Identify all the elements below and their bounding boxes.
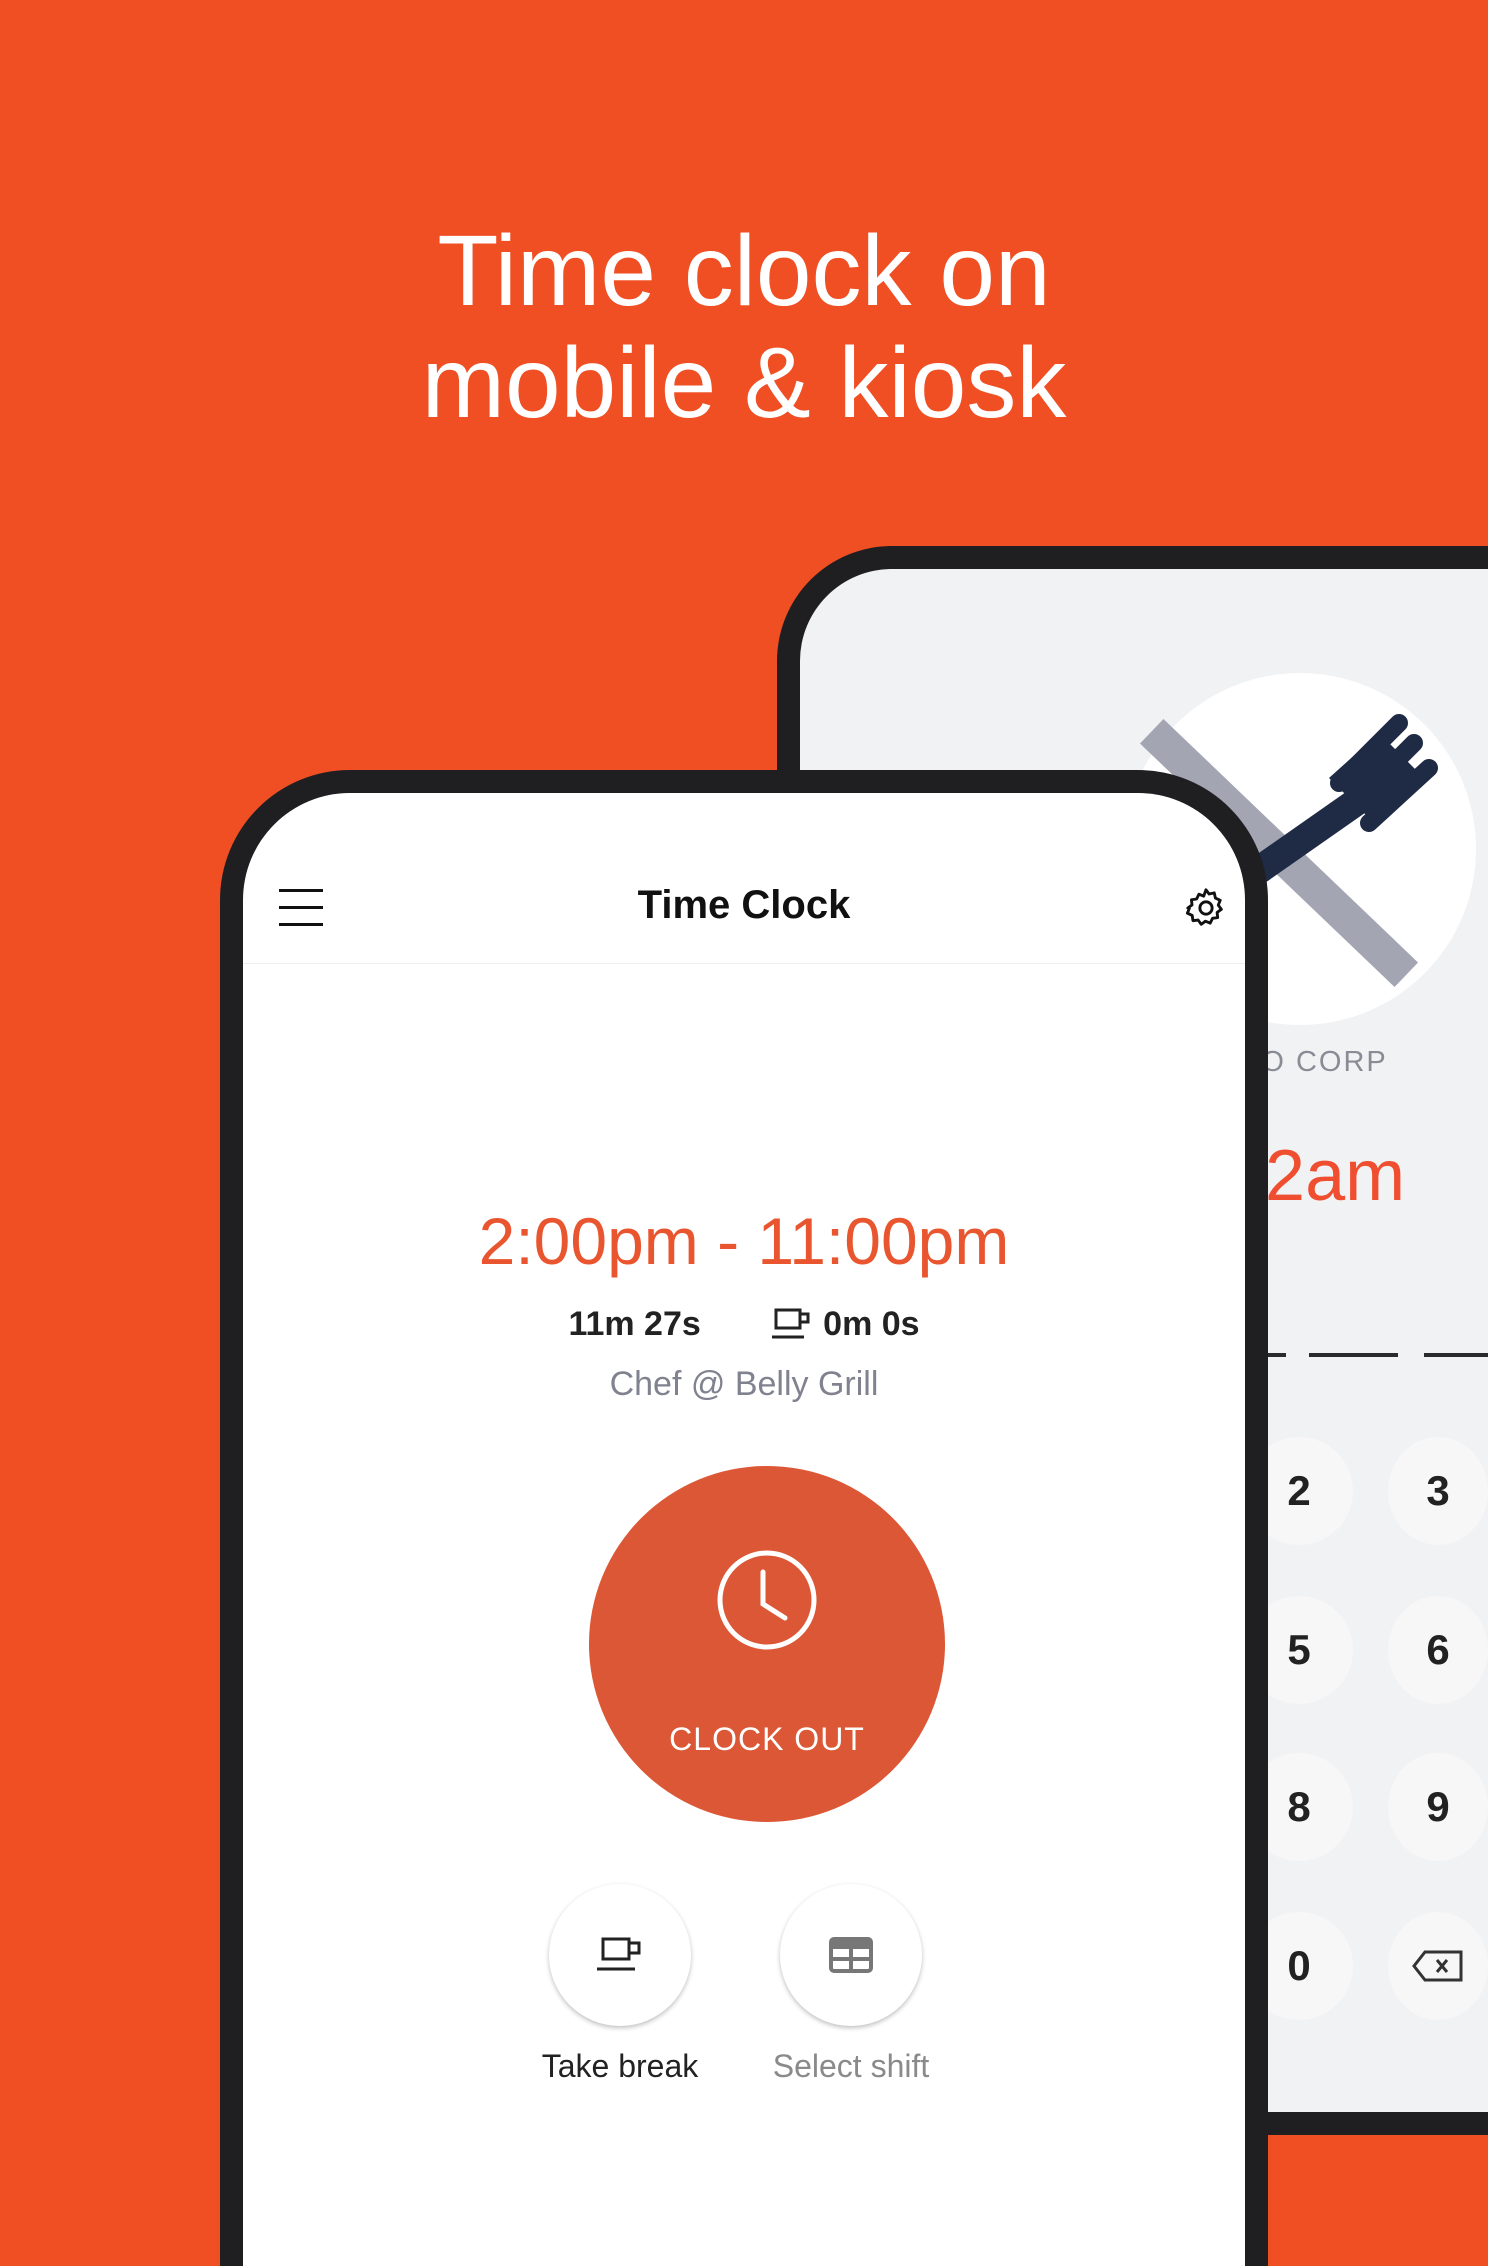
mobile-device: Time Clock 2:00pm - 11:00pm 11m 27s 0m 0… [220, 770, 1268, 2266]
keypad-key-3[interactable]: 3 [1388, 1437, 1488, 1545]
keypad-backspace[interactable] [1388, 1912, 1488, 2020]
backspace-icon [1412, 1950, 1463, 1982]
gear-icon[interactable] [1183, 885, 1229, 931]
select-shift-button[interactable] [780, 1884, 922, 2026]
keypad-key-6[interactable]: 6 [1388, 1596, 1488, 1704]
break-duration: 0m 0s [823, 1304, 920, 1343]
headline-line-1: Time clock on [437, 215, 1051, 327]
app-header: Time Clock [243, 793, 1245, 964]
coffee-cup-icon [771, 1308, 810, 1339]
table-icon [829, 1937, 873, 1973]
worked-duration: 11m 27s [568, 1304, 701, 1343]
keypad-key-9[interactable]: 9 [1388, 1753, 1488, 1861]
take-break-label: Take break [541, 2048, 699, 2084]
coffee-cup-icon [597, 1937, 641, 1971]
headline: Time clock on mobile & kiosk [0, 215, 1488, 439]
headline-line-2: mobile & kiosk [421, 327, 1067, 439]
clock-out-button[interactable]: CLOCK OUT [589, 1466, 945, 1822]
pin-slot [1309, 1353, 1398, 1357]
pin-slot [1424, 1353, 1488, 1357]
page-title: Time Clock [637, 883, 851, 927]
shift-stats: 11m 27s 0m 0s [243, 1303, 1245, 1344]
clock-icon [717, 1550, 817, 1650]
take-break-button[interactable] [549, 1884, 691, 2026]
select-shift-label: Select shift [772, 2048, 930, 2084]
shift-time-range: 2:00pm - 11:00pm [478, 1204, 1010, 1278]
role-location: Chef @ Belly Grill [609, 1365, 879, 1403]
clock-out-label: CLOCK OUT [669, 1721, 865, 1757]
